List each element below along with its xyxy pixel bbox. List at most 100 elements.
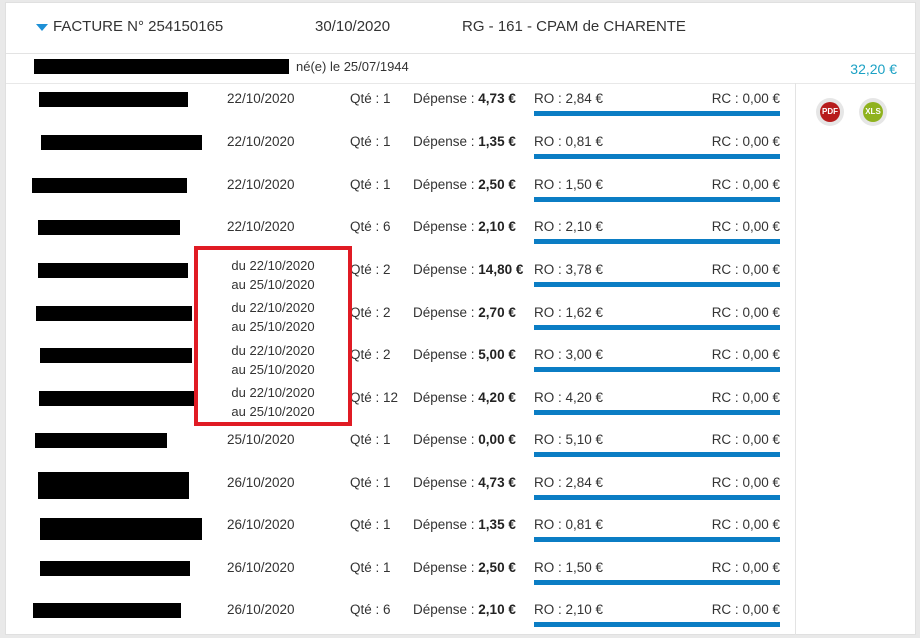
act-row: 26/10/2020 Qté : 6 Dépense : 2,10 € RO : 2,… bbox=[6, 595, 796, 637]
act-quantity: Qté : 1 bbox=[350, 560, 391, 575]
act-row: Qté : 2 Dépense : 2,70 € RO : 1,62 € RC : 0… bbox=[6, 298, 796, 340]
act-rc-amount: RC : 0,00 € bbox=[711, 91, 780, 106]
reimbursement-bar bbox=[534, 282, 780, 287]
patient-row: né(e) le 25/07/1944 32,20 € bbox=[6, 53, 915, 84]
act-expense: Dépense : 2,50 € bbox=[413, 560, 516, 575]
act-ro-amount: RO : 2,10 € bbox=[534, 219, 604, 234]
act-rc-amount: RC : 0,00 € bbox=[711, 390, 780, 405]
act-date: 22/10/2020 bbox=[227, 177, 295, 192]
redacted-act-label bbox=[40, 348, 192, 363]
act-expense: Dépense : 2,10 € bbox=[413, 219, 516, 234]
act-ro-amount: RO : 0,81 € bbox=[534, 134, 604, 149]
reimbursement-bar bbox=[534, 495, 780, 500]
act-rc-amount: RC : 0,00 € bbox=[711, 219, 780, 234]
act-expense: Dépense : 1,35 € bbox=[413, 517, 516, 532]
act-ro-amount: RO : 3,78 € bbox=[534, 262, 604, 277]
act-rc-amount: RC : 0,00 € bbox=[711, 432, 780, 447]
act-expense: Dépense : 4,73 € bbox=[413, 475, 516, 490]
act-row: 22/10/2020 Qté : 6 Dépense : 2,10 € RO : 2,… bbox=[6, 212, 796, 254]
act-date: 22/10/2020 bbox=[227, 91, 295, 106]
reimbursement-bar bbox=[534, 239, 780, 244]
act-row: 26/10/2020 Qté : 1 Dépense : 2,50 € RO : 1,… bbox=[6, 553, 796, 595]
act-quantity: Qté : 1 bbox=[350, 432, 391, 447]
act-quantity: Qté : 1 bbox=[350, 517, 391, 532]
act-date: 26/10/2020 bbox=[227, 602, 295, 617]
act-quantity: Qté : 2 bbox=[350, 347, 391, 362]
act-expense: Dépense : 14,80 € bbox=[413, 262, 524, 277]
redacted-act-label bbox=[41, 135, 202, 150]
act-quantity: Qté : 1 bbox=[350, 134, 391, 149]
act-ro-amount: RO : 5,10 € bbox=[534, 432, 604, 447]
act-quantity: Qté : 6 bbox=[350, 602, 391, 617]
caret-down-icon[interactable] bbox=[36, 24, 48, 31]
act-quantity: Qté : 2 bbox=[350, 262, 391, 277]
act-date: 22/10/2020 bbox=[227, 134, 295, 149]
date-range: du 22/10/2020 au 25/10/2020 bbox=[231, 343, 315, 377]
redacted-act-label bbox=[38, 263, 188, 278]
act-quantity: Qté : 12 bbox=[350, 390, 399, 405]
date-range: du 22/10/2020 au 25/10/2020 bbox=[231, 258, 315, 292]
act-expense: Dépense : 5,00 € bbox=[413, 347, 516, 362]
redacted-act-label bbox=[32, 178, 187, 193]
act-expense: Dépense : 2,70 € bbox=[413, 305, 516, 320]
act-row: 22/10/2020 Qté : 1 Dépense : 2,50 € RO : 1,… bbox=[6, 170, 796, 212]
redacted-act-label bbox=[39, 92, 188, 107]
act-rc-amount: RC : 0,00 € bbox=[711, 305, 780, 320]
redacted-patient-name bbox=[34, 59, 289, 74]
act-expense: Dépense : 2,10 € bbox=[413, 602, 516, 617]
reimbursement-bar bbox=[534, 325, 780, 330]
redacted-act-label bbox=[36, 306, 192, 321]
invoice-total: 32,20 € bbox=[850, 61, 897, 77]
reimbursement-bar bbox=[534, 111, 780, 116]
act-rc-amount: RC : 0,00 € bbox=[711, 602, 780, 617]
reimbursement-bar bbox=[534, 622, 780, 627]
redacted-act-label bbox=[40, 518, 202, 540]
act-ro-amount: RO : 2,84 € bbox=[534, 475, 604, 490]
act-ro-amount: RO : 1,50 € bbox=[534, 560, 604, 575]
act-row: 25/10/2020 Qté : 1 Dépense : 0,00 € RO : 5,… bbox=[6, 425, 796, 467]
xls-export-icon[interactable]: XLS bbox=[859, 98, 887, 126]
act-date: 22/10/2020 bbox=[227, 219, 295, 234]
invoice-organization: RG - 161 - CPAM de CHARENTE bbox=[462, 18, 686, 35]
date-range: du 22/10/2020 au 25/10/2020 bbox=[231, 300, 315, 334]
act-row: 26/10/2020 Qté : 1 Dépense : 1,35 € RO : 0,… bbox=[6, 510, 796, 552]
reimbursement-bar bbox=[534, 367, 780, 372]
act-rc-amount: RC : 0,00 € bbox=[711, 177, 780, 192]
act-date: 25/10/2020 bbox=[227, 432, 295, 447]
act-date: 26/10/2020 bbox=[227, 517, 295, 532]
act-quantity: Qté : 1 bbox=[350, 475, 391, 490]
pdf-export-icon[interactable]: PDF bbox=[816, 98, 844, 126]
redacted-act-label bbox=[39, 391, 194, 406]
redacted-act-label bbox=[38, 220, 180, 235]
act-ro-amount: RO : 1,62 € bbox=[534, 305, 604, 320]
date-range: du 22/10/2020 au 25/10/2020 bbox=[231, 385, 315, 419]
invoice-card: FACTURE N° 254150165 30/10/2020 RG - 161… bbox=[5, 2, 916, 635]
act-quantity: Qté : 2 bbox=[350, 305, 391, 320]
redacted-act-label bbox=[40, 561, 190, 576]
act-rc-amount: RC : 0,00 € bbox=[711, 517, 780, 532]
act-row: Qté : 2 Dépense : 14,80 € RO : 3,78 € RC : … bbox=[6, 255, 796, 297]
invoice-header[interactable]: FACTURE N° 254150165 30/10/2020 RG - 161… bbox=[6, 3, 915, 54]
date-range-highlight: du 22/10/2020 au 25/10/2020 du 22/10/2020 a… bbox=[194, 246, 352, 426]
act-row: Qté : 2 Dépense : 5,00 € RO : 3,00 € RC : 0… bbox=[6, 340, 796, 382]
redacted-act-label bbox=[38, 472, 189, 499]
act-expense: Dépense : 2,50 € bbox=[413, 177, 516, 192]
patient-birthdate: né(e) le 25/07/1944 bbox=[296, 59, 409, 74]
act-rc-amount: RC : 0,00 € bbox=[711, 560, 780, 575]
act-ro-amount: RO : 3,00 € bbox=[534, 347, 604, 362]
act-ro-amount: RO : 2,10 € bbox=[534, 602, 604, 617]
reimbursement-bar bbox=[534, 154, 780, 159]
act-expense: Dépense : 4,73 € bbox=[413, 91, 516, 106]
act-row: 22/10/2020 Qté : 1 Dépense : 4,73 € RO : 2,… bbox=[6, 84, 796, 126]
reimbursement-bar bbox=[534, 452, 780, 457]
act-rc-amount: RC : 0,00 € bbox=[711, 475, 780, 490]
act-rc-amount: RC : 0,00 € bbox=[711, 134, 780, 149]
act-date: 26/10/2020 bbox=[227, 560, 295, 575]
act-ro-amount: RO : 4,20 € bbox=[534, 390, 604, 405]
act-quantity: Qté : 6 bbox=[350, 219, 391, 234]
act-ro-amount: RO : 0,81 € bbox=[534, 517, 604, 532]
act-expense: Dépense : 4,20 € bbox=[413, 390, 516, 405]
act-rc-amount: RC : 0,00 € bbox=[711, 262, 780, 277]
reimbursement-bar bbox=[534, 410, 780, 415]
act-date: 26/10/2020 bbox=[227, 475, 295, 490]
